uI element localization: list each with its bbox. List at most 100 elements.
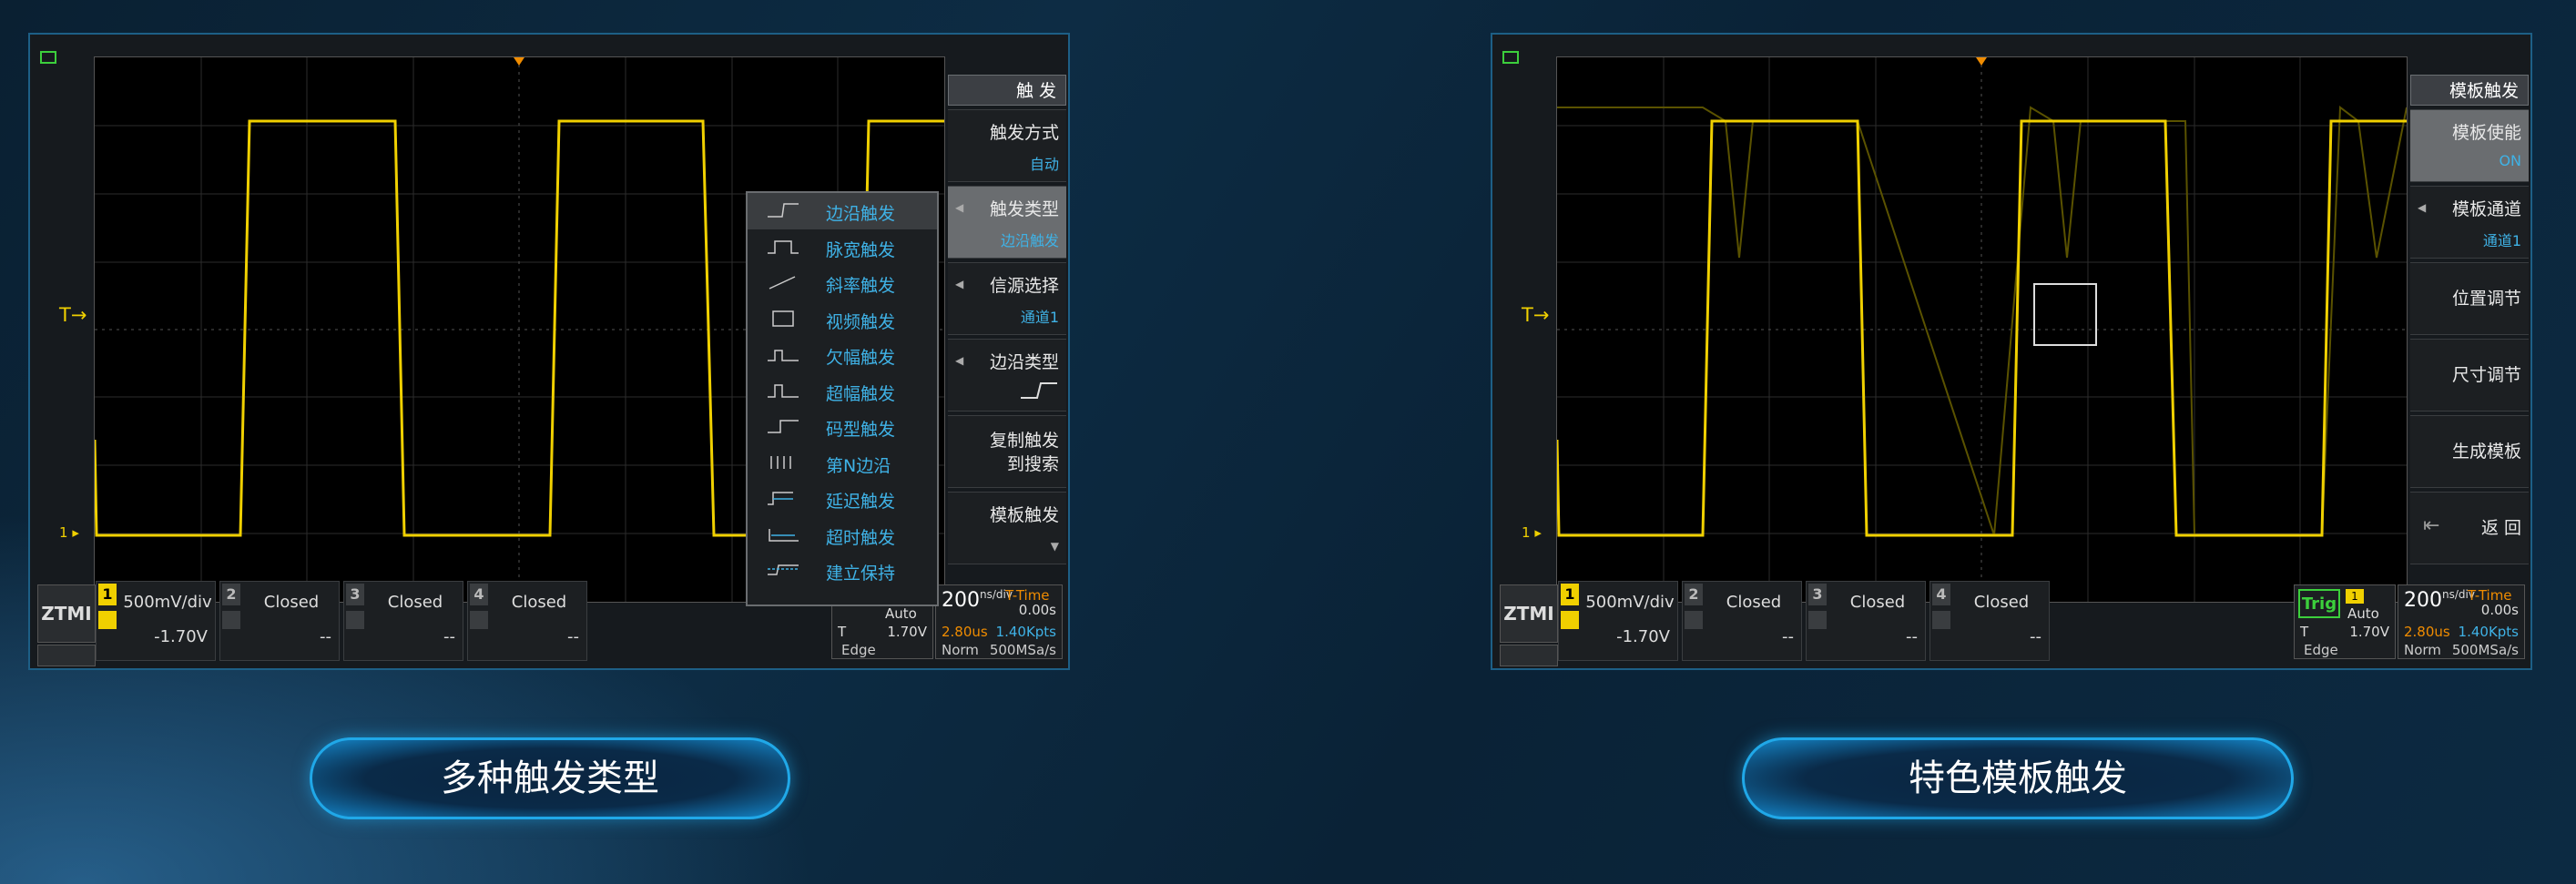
trigger-level-marker: T→ [59,304,87,326]
status-bar: ZTMI 1 500mV/div -1.70V 2 Closed -- 3 Cl… [1492,577,2525,668]
pulse-trigger-icon [768,239,799,254]
channel-1-panel[interactable]: 1 500mV/div -1.70V [1558,581,1678,661]
trigger-source: 1 [2346,589,2364,604]
menu-source-select[interactable]: ◀ 信源选择 通道1 [948,262,1066,335]
record-time: 2.80us [942,624,988,640]
pattern-trigger-icon [768,420,799,433]
popup-item-pattern[interactable]: 码型触发 [748,409,937,445]
coupling-icon [346,611,364,629]
timebase-offset: 0.00s [1018,602,1056,618]
channel-scale: Closed [263,593,320,612]
channel-1-panel[interactable]: 1 500mV/div -1.70V [96,581,216,661]
ch1-level-marker: 1 ▸ [1522,524,1542,541]
popup-item-video[interactable]: 视频触发 [748,301,937,338]
trig-status-badge: Trig [2298,589,2340,618]
trigger-panel[interactable]: Trig 1 Auto T 1.70V Edge [2294,584,2396,659]
channel-2-panel[interactable]: 2 Closed -- [1682,581,1802,661]
channel-offset: -- [1782,627,1794,646]
popup-item-edge[interactable]: 边沿触发 [748,193,937,229]
expand-icon: ◀ [955,354,964,367]
popup-item-nth-edge[interactable]: 第N边沿 [748,445,937,482]
window-trigger-icon [768,383,799,398]
edge-trigger-icon [768,203,799,218]
menu-value: ON [2499,152,2521,169]
brand-logo: ZTMI [37,584,96,643]
channel-number: 1 [1561,584,1579,605]
trigger-type: Edge [2304,642,2338,658]
coupling-icon [98,611,117,629]
trigger-level: 1.70V [887,624,927,640]
expand-icon: ◀ [955,201,964,214]
menu-trigger-mode[interactable]: 触发方式 自动 [948,109,1066,182]
sample-rate: 500MSa/s [989,642,1056,658]
timebase-value: 200 [2404,589,2442,612]
popup-item-delay[interactable]: 延迟触发 [748,481,937,517]
record-points: 1.40Kpts [2458,624,2519,640]
channel-offset: -1.70V [154,627,208,646]
menu-generate-template[interactable]: 生成模板 [2410,415,2529,488]
channel-number: 3 [1808,584,1827,605]
expand-icon: ◀ [955,278,964,290]
popup-item-runt[interactable]: 欠幅触发 [748,337,937,373]
trigger-level: 1.70V [2349,624,2389,640]
menu-position-adjust[interactable]: 位置调节 [2410,262,2529,335]
timebase-panel[interactable]: 200 ns/div T-Time 0.00s 2.80us 1.40Kpts … [2398,584,2525,659]
menu-edge-type[interactable]: ◀ 边沿类型 [948,339,1066,412]
menu-label: 返 回 [2480,518,2521,538]
popup-item-setup-hold[interactable]: 建立保持 [748,553,937,589]
channel-scale: Closed [1849,593,1906,612]
popup-label: 延迟触发 [826,492,896,512]
menu-label: 生成模板 [2451,442,2521,462]
menu-label: 模板使能 [2451,123,2521,143]
popup-item-pulse[interactable]: 脉宽触发 [748,229,937,266]
channel-offset: -- [567,627,579,646]
coupling-icon [1932,611,1950,629]
acquisition-mode: Norm [942,642,979,658]
menu-label: 模板触发 [989,505,1059,525]
channel-scale: Closed [1973,593,2030,612]
channel-3-panel[interactable]: 3 Closed -- [343,581,463,661]
slope-trigger-icon [769,276,796,290]
rising-edge-icon [1021,382,1057,399]
channel-2-panel[interactable]: 2 Closed -- [219,581,340,661]
popup-label: 视频触发 [826,311,896,332]
probe-icons [1500,645,1558,666]
trigger-mode: Auto [2347,605,2379,622]
timeout-trigger-icon [769,528,799,542]
menu-trigger-type[interactable]: ◀ 触发类型 边沿触发 [948,186,1066,259]
menu-template-channel[interactable]: ◀ 模板通道 通道1 [2410,186,2529,259]
menu-copy-to-search[interactable]: 复制触发 到搜索 [948,415,1066,488]
menu-label: 触发方式 [989,123,1059,143]
channel-number: 1 [98,584,117,605]
template-side-menu: 模板触发 模板使能 ON ◀ 模板通道 通道1 位置调节 尺寸调节 生成模板 ⇤… [2410,75,2529,601]
channel-scale: Closed [1726,593,1782,612]
menu-label: 信源选择 [989,276,1059,296]
coupling-icon [470,611,488,629]
popup-item-slope[interactable]: 斜率触发 [748,265,937,301]
timebase-panel[interactable]: 200 ns/div T-Time 0.00s 2.80us 1.40Kpts … [935,584,1063,659]
menu-back[interactable]: ⇤ 返 回 [2410,492,2529,564]
popup-item-window[interactable]: 超幅触发 [748,373,937,410]
menu-template-enable[interactable]: 模板使能 ON [2410,109,2529,182]
popup-label: 斜率触发 [826,276,896,296]
channel-4-panel[interactable]: 4 Closed -- [467,581,587,661]
coupling-icon [1808,611,1827,629]
channel-scale: 500mV/div [1585,593,1675,612]
trigger-t-label: T [2300,624,2309,640]
menu-label: 尺寸调节 [2451,365,2521,385]
menu-value: 通道1 [1020,309,1059,326]
template-region-box[interactable] [2033,283,2097,346]
popup-label: 脉宽触发 [826,239,896,260]
menu-size-adjust[interactable]: 尺寸调节 [2410,339,2529,412]
coupling-icon [222,611,240,629]
popup-item-timeout[interactable]: 超时触发 [748,517,937,554]
popup-label: 边沿触发 [826,204,896,224]
ch1-level-marker: 1 ▸ [59,524,79,541]
channel-scale: Closed [511,593,567,612]
back-icon: ⇤ [2423,514,2440,537]
channel-3-panel[interactable]: 3 Closed -- [1806,581,1926,661]
channel-offset: -- [443,627,455,646]
menu-template-trigger[interactable]: 模板触发 ▼ [948,492,1066,564]
channel-offset: -- [1906,627,1918,646]
channel-4-panel[interactable]: 4 Closed -- [1929,581,2050,661]
